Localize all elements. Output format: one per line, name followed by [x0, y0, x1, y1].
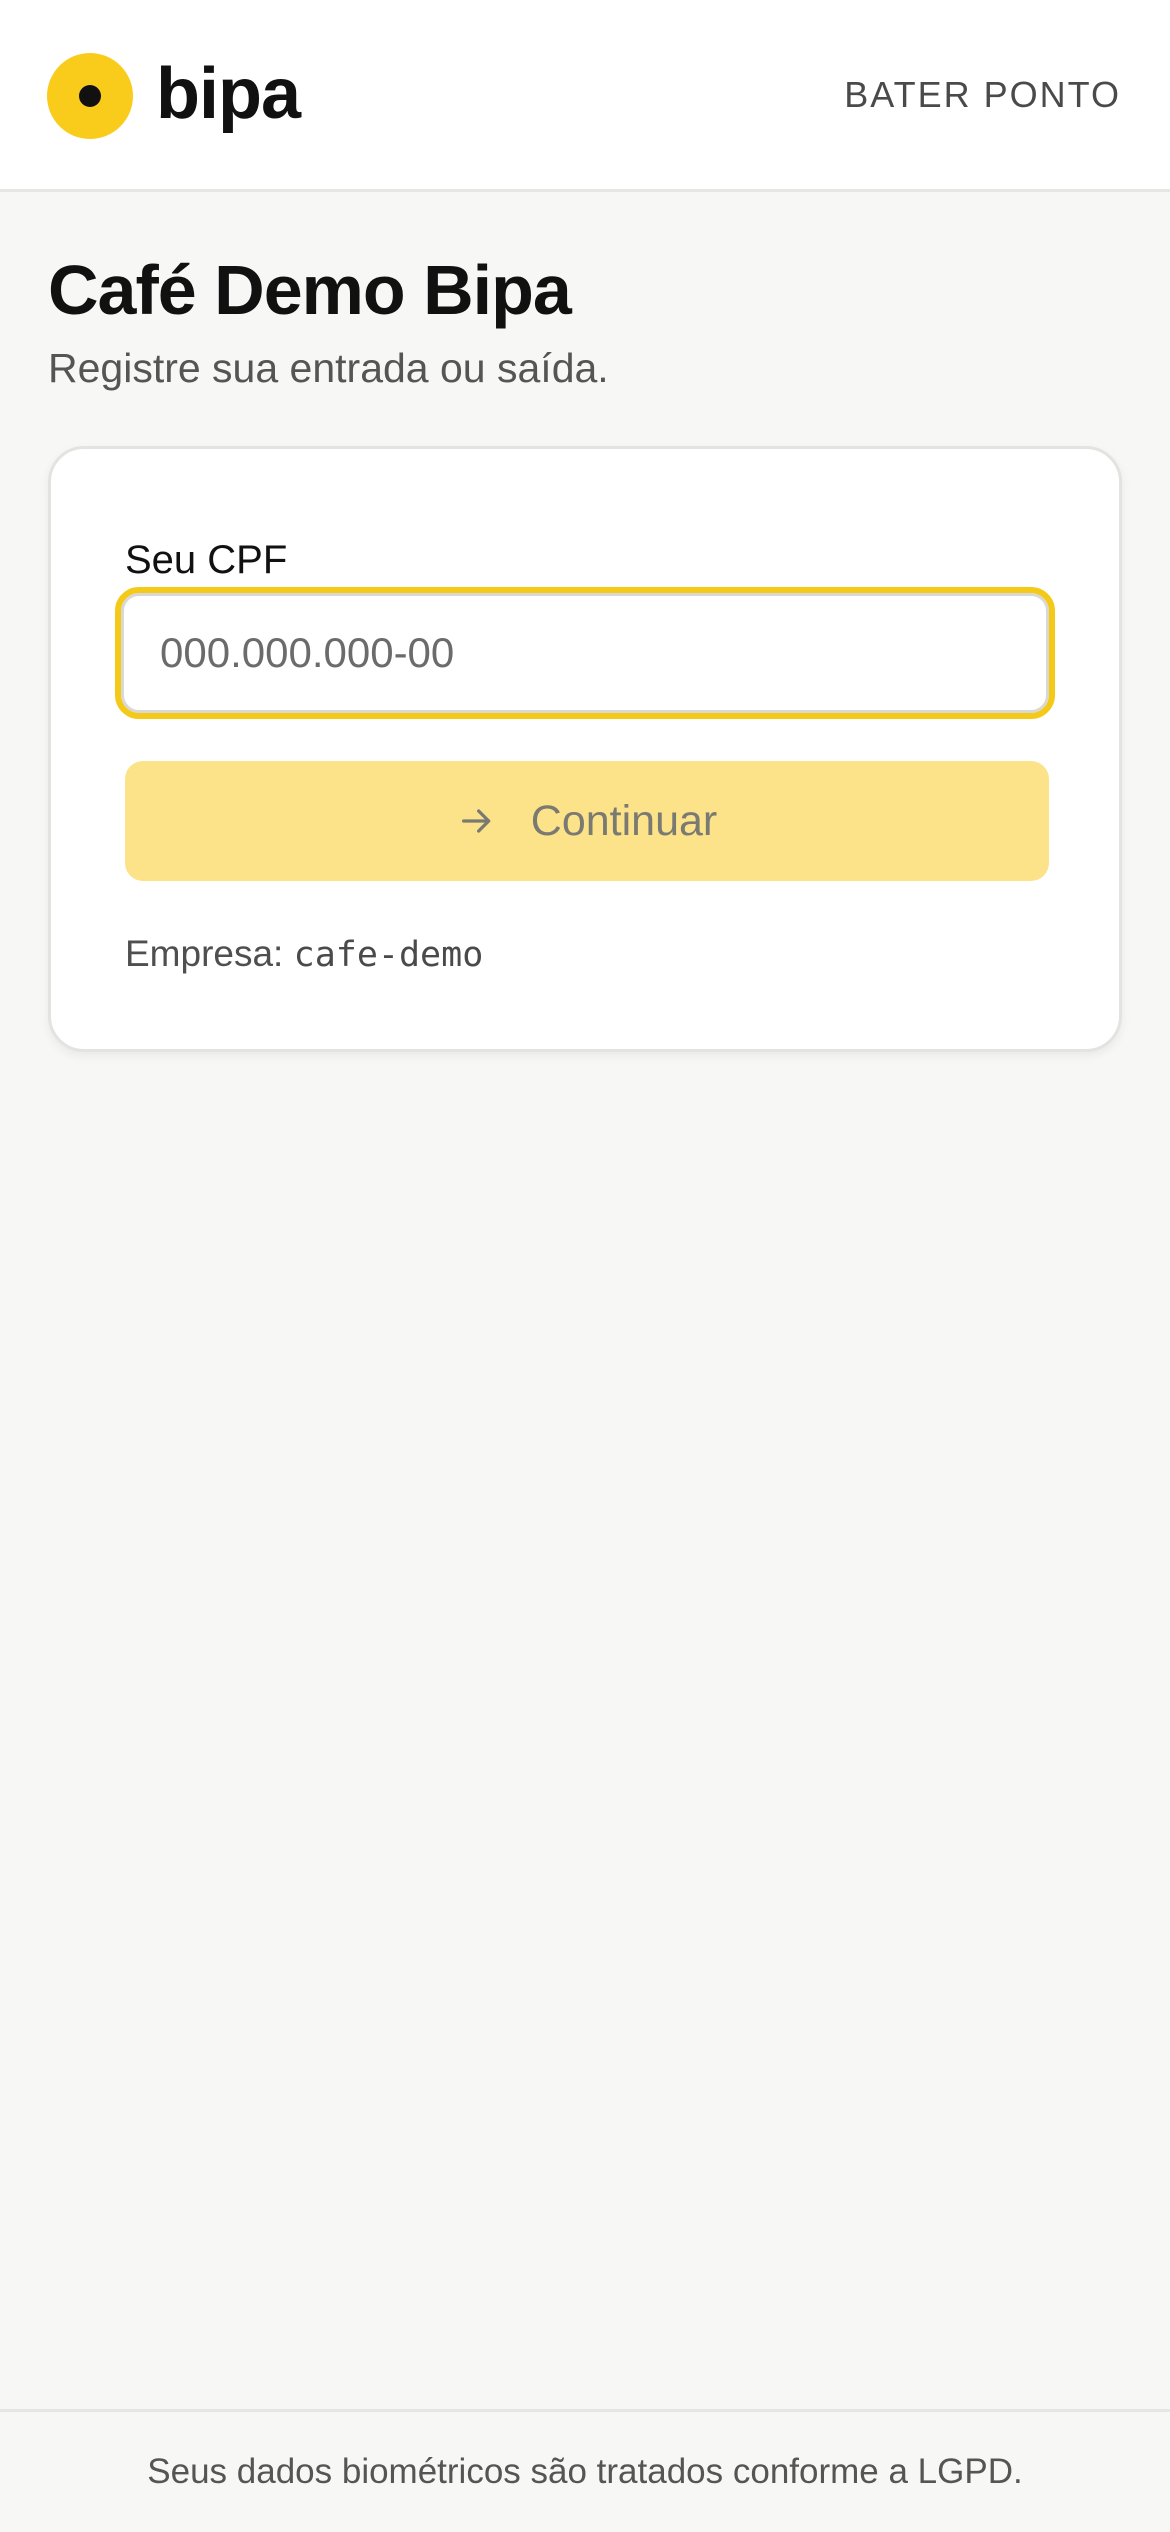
- cpf-input[interactable]: [115, 587, 1055, 719]
- brand-name[interactable]: bipa: [156, 44, 301, 144]
- page-title: Café Demo Bipa: [48, 251, 572, 329]
- company-code: cafe-demo: [293, 935, 484, 975]
- continue-button-label: Continuar: [530, 796, 718, 845]
- app-header: bipa BATER PONTO: [0, 0, 1170, 192]
- bipa-logo-icon[interactable]: [47, 53, 133, 139]
- continue-button[interactable]: Continuar: [125, 761, 1049, 881]
- arrow-right-icon: [461, 809, 491, 833]
- company-label: Empresa:: [125, 933, 294, 974]
- bater-ponto-link[interactable]: BATER PONTO: [844, 70, 1121, 120]
- page-subtitle: Registre sua entrada ou saída.: [48, 345, 609, 391]
- logo-dot: [79, 85, 101, 107]
- clock-in-card: Seu CPF Continuar Empresa: cafe-demo: [48, 446, 1122, 1052]
- company-info: Empresa: cafe-demo: [125, 927, 483, 982]
- lgpd-notice: Seus dados biométricos são tratados conf…: [147, 2452, 1023, 2491]
- app-footer: Seus dados biométricos são tratados conf…: [0, 2409, 1170, 2532]
- cpf-label: Seu CPF: [125, 538, 288, 582]
